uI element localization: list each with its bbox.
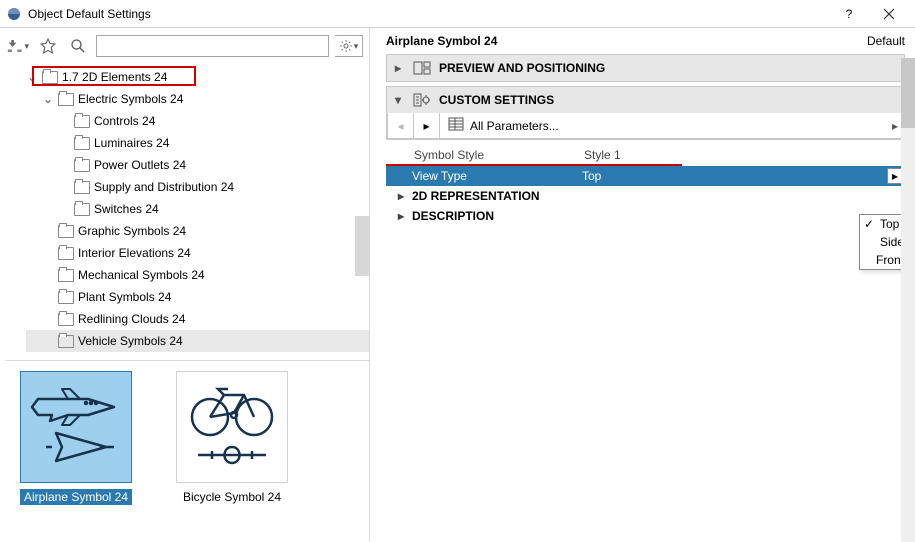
tree-item[interactable]: Graphic Symbols 24 bbox=[26, 220, 369, 242]
library-source-button[interactable]: ▾ bbox=[6, 34, 30, 58]
nav-forward-button[interactable]: ▸ bbox=[414, 113, 440, 138]
tree-item[interactable]: Interior Elevations 24 bbox=[26, 242, 369, 264]
tree-label: Electric Symbols 24 bbox=[78, 88, 183, 110]
tree-label: Power Outlets 24 bbox=[94, 154, 186, 176]
default-label: Default bbox=[867, 34, 905, 48]
folder-icon bbox=[74, 203, 90, 216]
library-tree: ⌄ 1.7 2D Elements 24 ⌄ Electric Symbols … bbox=[6, 66, 369, 352]
left-pane: ▾ ▾ ⌄ 1.7 2D Elements 24 bbox=[0, 28, 370, 542]
right-pane: Airplane Symbol 24 Default ▸ PREVIEW AND… bbox=[370, 28, 915, 542]
tree-item[interactable]: Vehicle Symbols 24 bbox=[26, 330, 369, 352]
tree-label: Vehicle Symbols 24 bbox=[78, 330, 183, 352]
panel-title: PREVIEW AND POSITIONING bbox=[439, 61, 605, 75]
tree-item[interactable]: Switches 24 bbox=[26, 198, 369, 220]
tree-label: Luminaires 24 bbox=[94, 132, 169, 154]
thumbnail-label: Airplane Symbol 24 bbox=[20, 489, 132, 505]
folder-icon bbox=[58, 335, 74, 348]
right-scrollbar[interactable] bbox=[901, 58, 915, 542]
folder-icon bbox=[58, 225, 74, 238]
parameters-icon bbox=[448, 117, 464, 134]
chevron-right-icon: ▸ bbox=[398, 189, 412, 203]
favorite-button[interactable] bbox=[36, 34, 60, 58]
param-header-name: Symbol Style bbox=[414, 148, 584, 162]
menu-label: Top bbox=[880, 217, 899, 231]
menu-label: Front bbox=[876, 253, 904, 267]
chevron-down-icon: ▾ bbox=[395, 93, 405, 107]
chevron-right-icon: ▸ bbox=[395, 61, 405, 75]
folder-icon bbox=[42, 71, 58, 84]
folder-icon bbox=[58, 247, 74, 260]
thumbnail-label: Bicycle Symbol 24 bbox=[179, 489, 285, 505]
panel-header-custom[interactable]: ▾ CUSTOM SETTINGS bbox=[387, 87, 904, 113]
tree-label: Mechanical Symbols 24 bbox=[78, 264, 205, 286]
tree-label: 1.7 2D Elements 24 bbox=[62, 66, 167, 88]
preview-icon bbox=[413, 60, 431, 76]
tree-item[interactable]: Mechanical Symbols 24 bbox=[26, 264, 369, 286]
tree-item[interactable]: Controls 24 bbox=[26, 110, 369, 132]
all-parameters-label: All Parameters... bbox=[470, 119, 559, 133]
thumbnail-image bbox=[20, 371, 132, 483]
check-icon: ✓ bbox=[864, 217, 876, 231]
tree-label: Interior Elevations 24 bbox=[78, 242, 191, 264]
tree-label: Controls 24 bbox=[94, 110, 155, 132]
folder-icon bbox=[74, 115, 90, 128]
tree-scrollbar[interactable] bbox=[355, 216, 369, 276]
folder-icon bbox=[58, 313, 74, 326]
param-group-label: 2D REPRESENTATION bbox=[412, 189, 540, 203]
folder-icon bbox=[74, 159, 90, 172]
tree-label: Switches 24 bbox=[94, 198, 159, 220]
object-name: Airplane Symbol 24 bbox=[386, 34, 497, 48]
folder-icon bbox=[58, 291, 74, 304]
close-button[interactable] bbox=[869, 0, 909, 28]
param-group-row[interactable]: ▸ DESCRIPTION bbox=[386, 206, 905, 226]
tree-item[interactable]: Plant Symbols 24 bbox=[26, 286, 369, 308]
chevron-right-icon: ▸ bbox=[398, 209, 412, 223]
search-input[interactable] bbox=[96, 35, 329, 57]
window-title: Object Default Settings bbox=[28, 7, 829, 21]
tree-item[interactable]: Supply and Distribution 24 bbox=[26, 176, 369, 198]
tree-item[interactable]: Redlining Clouds 24 bbox=[26, 308, 369, 330]
param-nav: ◂ ▸ All Parameters... ▸ bbox=[387, 113, 904, 139]
chevron-down-icon: ⌄ bbox=[26, 66, 38, 88]
param-header-row: Symbol Style Style 1 bbox=[386, 146, 905, 166]
folder-icon bbox=[74, 137, 90, 150]
library-settings-button[interactable]: ▾ bbox=[335, 35, 363, 57]
search-icon[interactable] bbox=[66, 34, 90, 58]
panel-preview: ▸ PREVIEW AND POSITIONING bbox=[386, 54, 905, 82]
thumbnail-airplane[interactable]: Airplane Symbol 24 bbox=[12, 371, 140, 505]
tree-item-electric[interactable]: ⌄ Electric Symbols 24 bbox=[26, 88, 369, 110]
param-value: Top bbox=[582, 169, 905, 183]
param-row-view-type[interactable]: View Type Top ▸ bbox=[386, 166, 905, 186]
custom-settings-icon bbox=[413, 92, 431, 108]
tree-label: Graphic Symbols 24 bbox=[78, 220, 186, 242]
nav-back-button[interactable]: ◂ bbox=[388, 113, 414, 138]
tree-label: Plant Symbols 24 bbox=[78, 286, 171, 308]
tree-label: Supply and Distribution 24 bbox=[94, 176, 234, 198]
thumbnail-bicycle[interactable]: Bicycle Symbol 24 bbox=[168, 371, 296, 505]
all-parameters-button[interactable]: All Parameters... bbox=[440, 117, 887, 134]
thumbnail-grid: Airplane Symbol 24 Bicycle Symbol 24 bbox=[6, 360, 369, 515]
library-toolbar: ▾ ▾ bbox=[6, 34, 369, 58]
panel-custom: ▾ CUSTOM SETTINGS ◂ ▸ All Parameters... … bbox=[386, 86, 905, 140]
panel-header-preview[interactable]: ▸ PREVIEW AND POSITIONING bbox=[387, 55, 904, 81]
help-button[interactable]: ? bbox=[829, 0, 869, 28]
app-icon bbox=[6, 6, 22, 22]
tree-label: Redlining Clouds 24 bbox=[78, 308, 185, 330]
param-group-label: DESCRIPTION bbox=[412, 209, 494, 223]
chevron-down-icon: ⌄ bbox=[42, 88, 54, 110]
param-header-value: Style 1 bbox=[584, 148, 621, 162]
parameter-table: Symbol Style Style 1 View Type Top ▸ ▸ 2… bbox=[386, 146, 905, 226]
title-bar: Object Default Settings ? bbox=[0, 0, 915, 28]
param-group-row[interactable]: ▸ 2D REPRESENTATION bbox=[386, 186, 905, 206]
tree-item-root[interactable]: ⌄ 1.7 2D Elements 24 bbox=[26, 66, 369, 88]
folder-icon bbox=[74, 181, 90, 194]
thumbnail-image bbox=[176, 371, 288, 483]
param-name: View Type bbox=[412, 169, 582, 183]
folder-icon bbox=[58, 93, 74, 106]
tree-item[interactable]: Luminaires 24 bbox=[26, 132, 369, 154]
folder-icon bbox=[58, 269, 74, 282]
tree-item[interactable]: Power Outlets 24 bbox=[26, 154, 369, 176]
panel-title: CUSTOM SETTINGS bbox=[439, 93, 554, 107]
